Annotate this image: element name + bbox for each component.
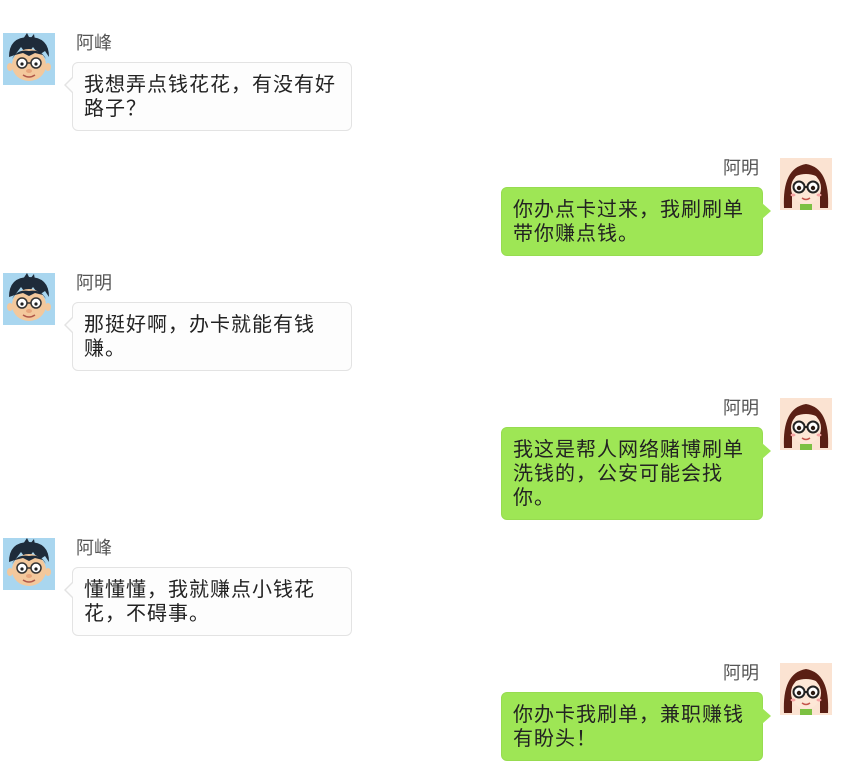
boy-avatar[interactable] <box>3 33 55 85</box>
message-bubble[interactable]: 我这是帮人网络赌博刷单洗钱的，公安可能会找你。 <box>501 427 771 520</box>
sender-name: 阿明 <box>723 663 759 684</box>
boy-avatar[interactable] <box>3 538 55 590</box>
chat-thread: 阿峰 我想弄点钱花花，有没有好路子？ 阿明 你办点卡过来，我刷刷单带你赚点钱。 <box>0 0 855 775</box>
sender-name: 阿峰 <box>76 33 112 54</box>
message-bubble[interactable]: 你办卡我刷单，兼职赚钱有盼头！ <box>501 692 771 761</box>
boy-avatar[interactable] <box>3 273 55 325</box>
sender-name: 阿明 <box>76 273 112 294</box>
sender-name: 阿明 <box>723 398 759 419</box>
sender-name: 阿峰 <box>76 538 112 559</box>
message-bubble[interactable]: 我想弄点钱花花，有没有好路子？ <box>64 62 352 131</box>
girl-avatar[interactable] <box>780 663 832 715</box>
girl-avatar[interactable] <box>780 398 832 450</box>
message-bubble[interactable]: 那挺好啊，办卡就能有钱赚。 <box>64 302 352 371</box>
message-bubble[interactable]: 懂懂懂，我就赚点小钱花花，不碍事。 <box>64 567 352 636</box>
message-bubble[interactable]: 你办点卡过来，我刷刷单带你赚点钱。 <box>501 187 771 256</box>
girl-avatar[interactable] <box>780 158 832 210</box>
sender-name: 阿明 <box>723 158 759 179</box>
